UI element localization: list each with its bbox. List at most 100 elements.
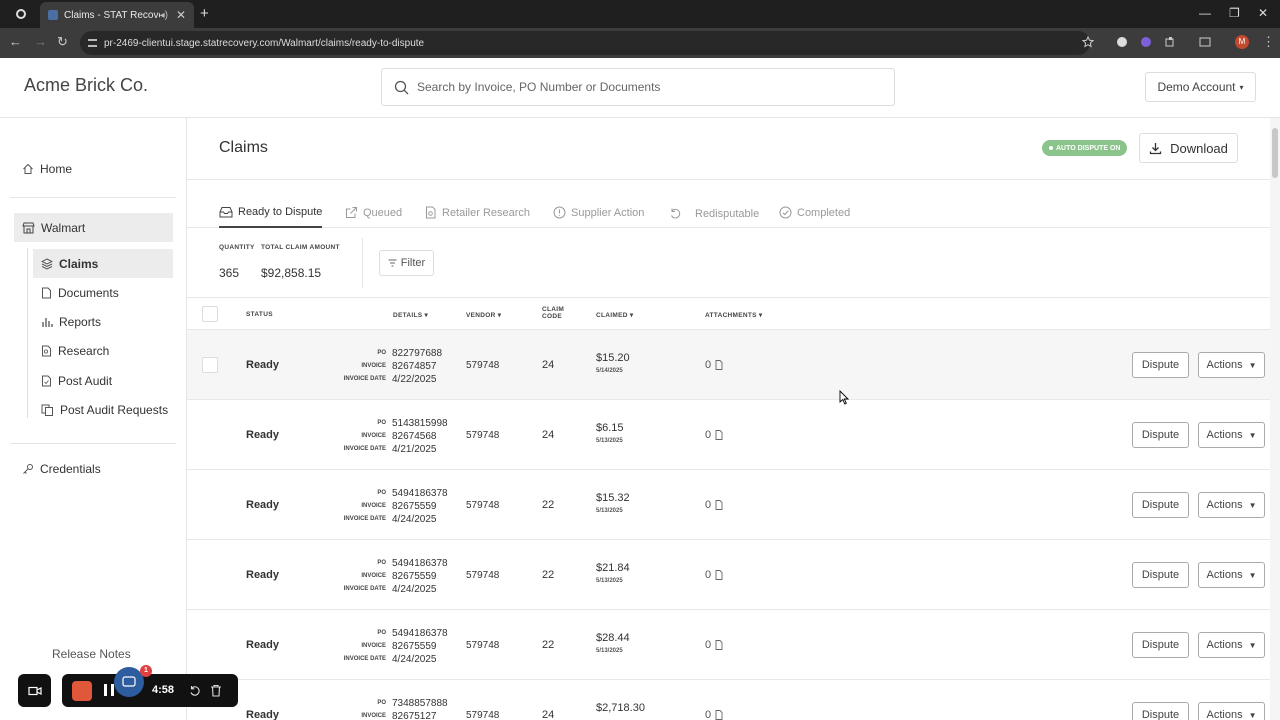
actions-dropdown[interactable]: Actions ▼: [1198, 422, 1265, 448]
page-title: Claims: [219, 139, 268, 156]
row-checkbox[interactable]: [202, 357, 218, 373]
actions-dropdown[interactable]: Actions ▼: [1198, 702, 1265, 720]
site-info-icon[interactable]: [88, 39, 97, 47]
invoice-date-label: INVOICE DATE: [343, 446, 386, 452]
new-tab-icon[interactable]: +: [200, 5, 209, 22]
row-attachments[interactable]: 0: [705, 359, 723, 371]
tab-retailer-research[interactable]: Retailer Research: [425, 206, 530, 219]
invoice-number[interactable]: 82674857: [392, 361, 437, 372]
sidebar-item-credentials[interactable]: Credentials: [22, 462, 101, 476]
speaker-icon[interactable]: ◂): [160, 10, 168, 21]
puzzle-icon[interactable]: [1164, 36, 1176, 48]
select-all-checkbox[interactable]: [202, 306, 218, 322]
sidebar-item-claims[interactable]: Claims: [33, 249, 173, 278]
po-number[interactable]: 822797688: [392, 348, 442, 359]
sidebar-item-documents[interactable]: Documents: [41, 286, 119, 300]
close-window-icon[interactable]: ✕: [1258, 6, 1268, 20]
dispute-button[interactable]: Dispute: [1132, 422, 1189, 448]
po-number[interactable]: 5494186378: [392, 628, 448, 639]
caret-down-icon: ▼: [1248, 360, 1257, 370]
row-attachments[interactable]: 0: [705, 639, 723, 651]
extension-icon[interactable]: [1140, 36, 1152, 48]
column-claim-code[interactable]: CLAIM CODE: [542, 306, 564, 320]
table-row[interactable]: Ready PO 5494186378 INVOICE 82675559 INVOICE …: [187, 610, 1280, 680]
po-number[interactable]: 5494186378: [392, 488, 448, 499]
column-claimed[interactable]: CLAIMED ▾: [596, 311, 633, 319]
sidebar-item-home[interactable]: Home: [22, 162, 72, 176]
tab-ready-to-dispute[interactable]: Ready to Dispute: [219, 206, 323, 228]
trash-icon[interactable]: [210, 684, 222, 697]
company-brand[interactable]: Acme Brick Co.: [24, 75, 148, 96]
tab-redisputable[interactable]: Redisputable: [669, 207, 759, 220]
inbox-icon: [219, 207, 233, 218]
dispute-button[interactable]: Dispute: [1132, 562, 1189, 588]
cast-icon[interactable]: [1199, 36, 1211, 48]
close-tab-icon[interactable]: ✕: [176, 8, 186, 22]
tab-queued[interactable]: Queued: [345, 206, 402, 219]
table-row[interactable]: Ready PO 7348857888 INVOICE 82675127 579748 24…: [187, 680, 1280, 720]
browser-menu-icon[interactable]: ⋮: [1262, 34, 1275, 50]
row-attachments[interactable]: 0: [705, 499, 723, 511]
row-attachments[interactable]: 0: [705, 429, 723, 441]
dispute-button[interactable]: Dispute: [1132, 492, 1189, 518]
invoice-number[interactable]: 82675559: [392, 501, 437, 512]
release-notes-link[interactable]: Release Notes: [52, 647, 131, 661]
po-number[interactable]: 7348857888: [392, 698, 448, 709]
sidebar-item-reports[interactable]: Reports: [41, 315, 101, 329]
po-label: PO: [377, 700, 386, 706]
sidebar-group-walmart[interactable]: Walmart: [14, 213, 173, 242]
tab-completed[interactable]: Completed: [779, 206, 850, 219]
download-button[interactable]: Download: [1139, 133, 1238, 163]
reload-icon[interactable]: ↻: [57, 34, 68, 50]
sidebar-item-post-audit-requests[interactable]: Post Audit Requests: [41, 403, 168, 417]
dispute-button[interactable]: Dispute: [1132, 702, 1189, 720]
dispute-button[interactable]: Dispute: [1132, 632, 1189, 658]
back-icon[interactable]: ←: [9, 34, 22, 49]
search-input[interactable]: [417, 80, 877, 94]
column-attachments[interactable]: ATTACHMENTS ▾: [705, 311, 763, 319]
restart-icon[interactable]: [189, 685, 201, 697]
invoice-number[interactable]: 82675559: [392, 571, 437, 582]
invoice-label: INVOICE: [361, 573, 386, 579]
actions-dropdown[interactable]: Actions ▼: [1198, 352, 1265, 378]
invoice-number[interactable]: 82674568: [392, 431, 437, 442]
minimize-icon[interactable]: —: [1199, 6, 1211, 20]
filter-button[interactable]: Filter: [379, 250, 434, 276]
table-row[interactable]: Ready PO 5143815998 INVOICE 82674568 INVOICE …: [187, 400, 1280, 470]
app-header: Acme Brick Co. Demo Account ▾: [0, 58, 1280, 118]
po-number[interactable]: 5494186378: [392, 558, 448, 569]
forward-icon[interactable]: →: [34, 34, 47, 49]
actions-dropdown[interactable]: Actions ▼: [1198, 632, 1265, 658]
address-bar[interactable]: pr-2469-clientui.stage.statrecovery.com/…: [80, 31, 1090, 55]
dispute-button[interactable]: Dispute: [1132, 352, 1189, 378]
browser-tab[interactable]: Claims - STAT Recovery ◂) ✕: [40, 2, 194, 28]
camera-toggle-button[interactable]: [18, 674, 51, 707]
tab-supplier-action[interactable]: Supplier Action: [553, 206, 644, 219]
invoice-number[interactable]: 82675127: [392, 711, 437, 720]
stop-recording-button[interactable]: [72, 681, 92, 701]
invoice-number[interactable]: 82675559: [392, 641, 437, 652]
column-details[interactable]: DETAILS ▾: [393, 311, 428, 319]
actions-dropdown[interactable]: Actions ▼: [1198, 492, 1265, 518]
sidebar-item-post-audit[interactable]: Post Audit: [41, 374, 112, 388]
table-row[interactable]: Ready PO 5494186378 INVOICE 82675559 INVOICE …: [187, 470, 1280, 540]
column-vendor[interactable]: VENDOR ▾: [466, 311, 501, 319]
sidebar-item-research[interactable]: Research: [41, 344, 109, 358]
search-box[interactable]: [381, 68, 895, 106]
scrollbar-thumb[interactable]: [1272, 128, 1278, 178]
column-status[interactable]: STATUS: [246, 311, 273, 318]
account-dropdown[interactable]: Demo Account ▾: [1145, 72, 1256, 102]
maximize-icon[interactable]: ❐: [1229, 6, 1240, 20]
quantity-label: QUANTITY: [219, 244, 255, 251]
table-row[interactable]: Ready PO 822797688 INVOICE 82674857 INVOICE D…: [187, 330, 1280, 400]
row-attachments[interactable]: 0: [705, 709, 723, 720]
po-number[interactable]: 5143815998: [392, 418, 448, 429]
bookmark-star-icon[interactable]: [1082, 36, 1094, 48]
actions-dropdown[interactable]: Actions ▼: [1198, 562, 1265, 588]
pause-recording-button[interactable]: [104, 684, 114, 696]
profile-avatar[interactable]: M: [1235, 35, 1249, 49]
page-scrollbar[interactable]: [1270, 118, 1280, 720]
extension-icon[interactable]: [1116, 36, 1128, 48]
table-row[interactable]: Ready PO 5494186378 INVOICE 82675559 INVOICE …: [187, 540, 1280, 610]
row-attachments[interactable]: 0: [705, 569, 723, 581]
